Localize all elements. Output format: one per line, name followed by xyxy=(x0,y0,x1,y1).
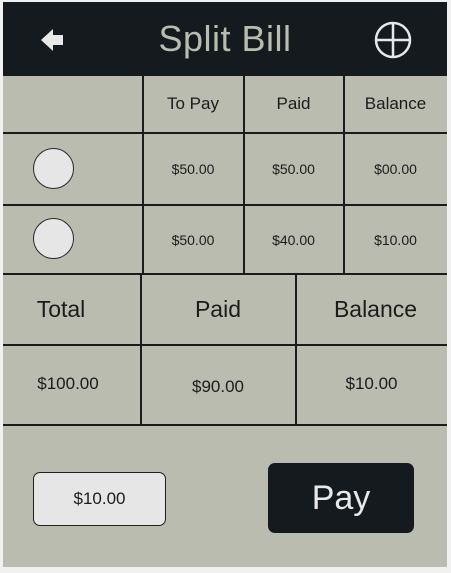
row-select-radio[interactable] xyxy=(33,148,74,189)
column-header-to-pay: To Pay xyxy=(167,94,219,113)
amount-field[interactable]: $10.00 xyxy=(33,472,166,526)
summary-paid-value: $90.00 xyxy=(192,376,244,396)
summary-balance-value: $10.00 xyxy=(345,373,398,393)
summary-total-value: $100.00 xyxy=(37,373,99,393)
globe-icon xyxy=(374,21,412,59)
row-paid: $40.00 xyxy=(272,231,315,248)
globe-button[interactable] xyxy=(373,20,413,60)
row-paid: $50.00 xyxy=(272,161,315,177)
row-balance: $10.00 xyxy=(374,231,417,248)
column-header-paid: Paid xyxy=(276,94,311,113)
column-header-balance: Balance xyxy=(364,94,427,113)
app-frame: Split Bill To Pay Paid Balance $50.00 $5… xyxy=(3,2,447,567)
row-balance: $00.00 xyxy=(374,161,417,177)
summary-paid-label: Paid xyxy=(194,296,242,322)
row-to-pay: $50.00 xyxy=(171,231,215,248)
row-to-pay: $50.00 xyxy=(171,161,215,177)
summary-balance-label: Balance xyxy=(333,296,418,322)
row-select-radio[interactable] xyxy=(33,218,74,259)
header-bar: Split Bill xyxy=(3,2,447,76)
summary-total-label: Total xyxy=(36,296,86,322)
pay-button[interactable]: Pay xyxy=(268,463,414,533)
